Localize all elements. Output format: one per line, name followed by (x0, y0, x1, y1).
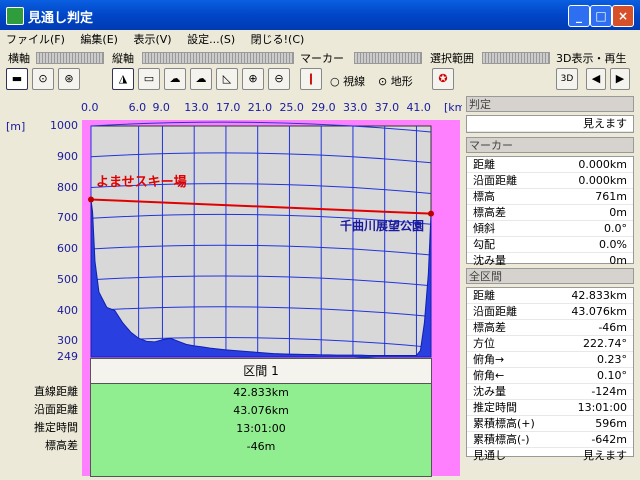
all-value: 222.74° (583, 337, 627, 350)
all-row: 沿面距離 43.076km (467, 304, 633, 320)
marker-value: 761m (595, 190, 627, 203)
marker-value: 0.0% (599, 238, 627, 251)
all-header: 全区間 (466, 268, 634, 284)
all-value: 43.076km (571, 305, 627, 318)
rewind-icon[interactable]: ◀ (586, 68, 606, 90)
marker-row: 傾斜 0.0° (467, 221, 633, 237)
plot-background (90, 125, 432, 358)
close-button[interactable]: × (612, 5, 634, 27)
marker-row: 勾配 0.0% (467, 237, 633, 253)
marker-row: 沈み量 0m (467, 253, 633, 269)
marker-row: 標高差 0m (467, 205, 633, 221)
marker-key: 沈み量 (473, 254, 506, 267)
all-row: 推定時間 13:01:00 (467, 400, 633, 416)
all-value: 0.23° (597, 353, 627, 366)
all-value: 42.833km (571, 289, 627, 302)
maximize-button[interactable]: □ (590, 5, 612, 27)
all-row: 累積標高(-) -642m (467, 432, 633, 448)
all-row: 累積標高(+) 596m (467, 416, 633, 432)
marker-key: 距離 (473, 158, 495, 171)
marker-value: 0.000km (578, 174, 627, 187)
all-row: 見通し 見えます (467, 448, 633, 464)
summary-values: 42.833km 43.076km 13:01:00 -46m (90, 383, 432, 477)
all-table: 距離 42.833km 沿面距離 43.076km 標高差 -46m 方位 222.74° 俯角… (466, 287, 634, 464)
range-grip[interactable] (482, 52, 550, 64)
marker-key: 傾斜 (473, 222, 495, 235)
play3d-label: 3D表示・再生 (556, 52, 627, 65)
marker-key: 勾配 (473, 238, 495, 251)
summary-label: 標高差 (45, 439, 78, 452)
start-marker (88, 196, 94, 203)
marker-row: 距離 0.000km (467, 157, 633, 173)
all-row: 俯角→ 0.23° (467, 352, 633, 368)
all-key: 推定時間 (473, 401, 517, 414)
marker-value: 0m (609, 206, 627, 219)
all-key: 俯角→ (473, 353, 505, 366)
all-value: 見えます (583, 449, 627, 462)
all-value: 13:01:00 (577, 401, 627, 414)
summary-label: 直線距離 (34, 385, 78, 398)
summary-value: -46m (246, 440, 276, 453)
all-row: 標高差 -46m (467, 320, 633, 336)
minimize-button[interactable]: _ (568, 5, 590, 27)
marker-row: 標高 761m (467, 189, 633, 205)
hantei-box: 見えます (466, 115, 634, 133)
marker-key: 沿面距離 (473, 174, 517, 187)
summary-value: 43.076km (233, 404, 289, 417)
all-key: 沈み量 (473, 385, 506, 398)
all-key: 沿面距離 (473, 305, 517, 318)
all-value: 0.10° (597, 369, 627, 382)
marker-key: 標高差 (473, 206, 506, 219)
hantei-header: 判定 (466, 96, 634, 112)
marker-value: 0.000km (578, 158, 627, 171)
all-key: 標高差 (473, 321, 506, 334)
marker-value: 0.0° (604, 222, 627, 235)
all-key: 累積標高(+) (473, 417, 535, 430)
section-title[interactable]: 区間 1 (90, 358, 432, 384)
all-value: -46m (598, 321, 627, 334)
all-row: 俯角← 0.10° (467, 368, 633, 384)
marker-header: マーカー (466, 137, 634, 153)
view3d-icon[interactable]: 3D (556, 68, 578, 90)
marker-value: 0m (609, 254, 627, 267)
summary-value: 42.833km (233, 386, 289, 399)
all-key: 距離 (473, 289, 495, 302)
all-value: -124m (591, 385, 627, 398)
summary-value: 13:01:00 (236, 422, 286, 435)
start-label: よませスキー場 (96, 174, 187, 190)
all-row: 沈み量 -124m (467, 384, 633, 400)
all-key: 俯角← (473, 369, 505, 382)
all-key: 累積標高(-) (473, 433, 530, 446)
all-key: 方位 (473, 337, 495, 350)
all-row: 方位 222.74° (467, 336, 633, 352)
summary-label: 推定時間 (34, 421, 78, 434)
all-row: 距離 42.833km (467, 288, 633, 304)
all-key: 見通し (473, 449, 506, 462)
marker-key: 標高 (473, 190, 495, 203)
all-value: 596m (595, 417, 627, 430)
summary-label: 沿面距離 (34, 403, 78, 416)
all-value: -642m (591, 433, 627, 446)
end-label: 千曲川展望公園 (340, 218, 424, 233)
marker-row: 沿面距離 0.000km (467, 173, 633, 189)
summary-labels: 直線距離 沿面距離 推定時間 標高差 (0, 383, 82, 455)
end-marker (428, 210, 434, 217)
hantei-value: 見えます (583, 117, 627, 130)
play-icon[interactable]: ▶ (610, 68, 630, 90)
marker-table: 距離 0.000km 沿面距離 0.000km 標高 761m 標高差 0m 傾斜 0.0° 勾配 0… (466, 156, 634, 269)
